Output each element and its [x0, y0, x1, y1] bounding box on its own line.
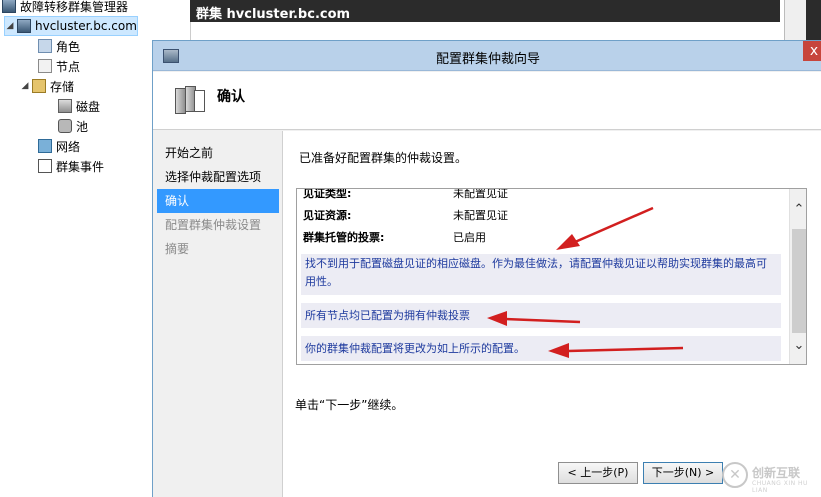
detail-row: 见证类型: 未配置见证 — [303, 188, 783, 203]
nodes-icon — [38, 59, 52, 73]
step-confirmation[interactable]: 确认 — [157, 189, 279, 213]
scroll-down-icon[interactable]: ⌄ — [790, 337, 806, 355]
tree-root-label: 故障转移群集管理器 — [20, 0, 129, 14]
detail-value: 已启用 — [453, 231, 486, 244]
network-icon — [38, 139, 52, 153]
roles-icon — [38, 39, 52, 53]
tree-item-disks-label: 磁盘 — [76, 99, 101, 114]
continue-hint: 单击“下一步”继续。 — [295, 398, 404, 412]
disks-icon — [58, 99, 72, 113]
pool-icon — [58, 119, 72, 133]
tree-item-pools[interactable]: 池 — [46, 116, 88, 136]
detail-key: 群集托管的投票: — [303, 231, 385, 244]
step-summary: 摘要 — [165, 242, 190, 256]
close-button[interactable]: x — [803, 41, 821, 61]
storage-icon — [32, 79, 46, 93]
message-quorum-change: 你的群集仲裁配置将更改为如上所示的配置。 — [301, 335, 781, 361]
tree-item-disks[interactable]: 磁盘 — [46, 96, 100, 116]
scroll-thumb[interactable] — [792, 229, 806, 333]
watermark-logo: ✕ 创新互联 CHUANG XIN HU LIAN — [722, 458, 821, 494]
cluster-panel-title-text: 群集 hvcluster.bc.com — [196, 7, 351, 22]
detail-value: 未配置见证 — [453, 209, 508, 222]
tree-item-nodes-label: 节点 — [56, 59, 81, 74]
tree-item-storage[interactable]: ◢ 存储 — [20, 76, 74, 96]
cluster-servers-icon — [175, 86, 205, 116]
step-before-you-begin[interactable]: 开始之前 — [157, 141, 279, 165]
tree-item-events-label: 群集事件 — [56, 159, 105, 174]
cluster-icon — [17, 19, 31, 33]
watermark-brand: 创新互联 — [752, 466, 801, 480]
scroll-up-icon[interactable]: ⌃ — [790, 201, 806, 219]
wizard-page-title: 确认 — [217, 89, 245, 105]
wizard-page-header: 确认 — [153, 72, 821, 130]
detail-key: 见证资源: — [303, 209, 352, 222]
wizard-content: 已准备好配置群集的仲裁设置。 见证类型: 未配置见证 见证资源: 未配置见证 群… — [282, 131, 821, 497]
tree-item-networks-label: 网络 — [56, 139, 81, 154]
tree-item-roles-label: 角色 — [56, 39, 81, 54]
confirmation-details-box[interactable]: 见证类型: 未配置见证 见证资源: 未配置见证 群集托管的投票: 已启用 找不到… — [296, 188, 807, 365]
collapse-icon[interactable]: ◢ — [5, 21, 15, 31]
tree-item-cluster[interactable]: ◢ hvcluster.bc.com — [4, 16, 138, 36]
message-all-nodes-vote: 所有节点均已配置为拥有仲裁投票 — [301, 302, 781, 328]
tree-item-networks[interactable]: 网络 — [26, 136, 80, 156]
watermark-sub: CHUANG XIN HU LIAN — [752, 480, 808, 494]
details-scrollbar[interactable]: ⌃ ⌄ — [789, 189, 806, 364]
previous-button[interactable]: < 上一步(P) — [558, 462, 638, 484]
watermark-icon: ✕ — [722, 462, 748, 488]
configure-quorum-wizard: 配置群集仲裁向导 x 确认 开始之前 选择仲裁配置选项 确认 配置群集仲裁设置 … — [152, 40, 821, 497]
collapse-icon[interactable]: ◢ — [20, 81, 30, 91]
dialog-title: 配置群集仲裁向导 — [435, 52, 540, 67]
detail-row: 群集托管的投票: 已启用 — [303, 229, 783, 247]
detail-key: 见证类型: — [303, 188, 352, 200]
tree-item-pools-label: 池 — [76, 119, 89, 134]
tree-item-events[interactable]: 群集事件 — [26, 156, 104, 176]
step-select-quorum-option[interactable]: 选择仲裁配置选项 — [157, 165, 279, 189]
ready-text: 已准备好配置群集的仲裁设置。 — [299, 151, 468, 165]
next-button[interactable]: 下一步(N) > — [643, 462, 723, 484]
tree-item-nodes[interactable]: 节点 — [26, 56, 80, 76]
step-configure-quorum-settings: 配置群集仲裁设置 — [165, 218, 262, 232]
tree-item-roles[interactable]: 角色 — [26, 36, 80, 56]
panel-scrollbar[interactable] — [784, 0, 806, 40]
cluster-panel-title: 群集 hvcluster.bc.com — [190, 0, 780, 22]
failover-manager-icon — [2, 0, 16, 13]
dialog-titlebar[interactable]: 配置群集仲裁向导 — [153, 41, 821, 71]
tree-item-cluster-label: hvcluster.bc.com — [35, 19, 137, 33]
message-no-disk-witness: 找不到用于配置磁盘见证的相应磁盘。作为最佳做法，请配置仲裁见证以帮助实现群集的最… — [301, 253, 781, 295]
tree-root[interactable]: 故障转移群集管理器 — [2, 0, 128, 16]
tree-item-storage-label: 存储 — [50, 79, 75, 94]
wizard-steps: 开始之前 选择仲裁配置选项 确认 配置群集仲裁设置 摘要 — [157, 141, 279, 261]
events-icon — [38, 159, 52, 173]
detail-row: 见证资源: 未配置见证 — [303, 207, 783, 225]
actions-pane-edge — [806, 0, 821, 40]
detail-value: 未配置见证 — [453, 188, 508, 200]
